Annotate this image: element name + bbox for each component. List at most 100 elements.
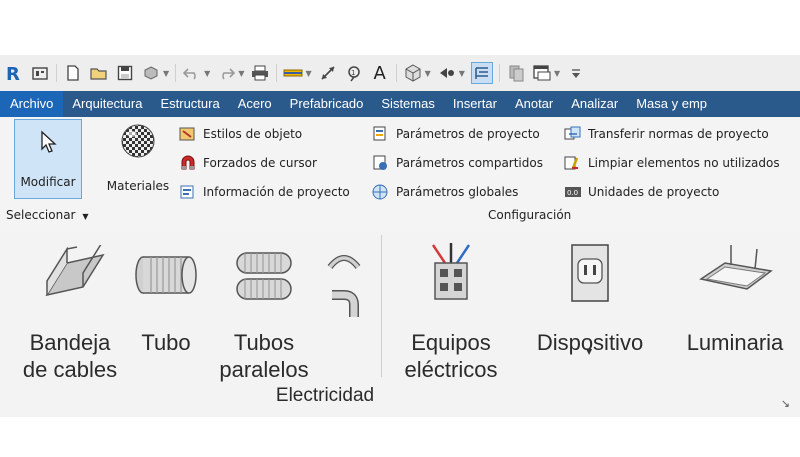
open-icon[interactable] <box>89 63 109 83</box>
tab-archivo[interactable]: Archivo <box>0 91 64 117</box>
informacion-de-proyecto-label: Información de proyecto <box>203 184 350 199</box>
cable-tray-icon <box>45 240 105 297</box>
chevron-down-icon[interactable]: ▼ <box>204 69 210 78</box>
forzados-de-cursor-label: Forzados de cursor <box>203 155 317 170</box>
config-column-3: Transferir normas de proyecto Limpiar el… <box>563 119 780 206</box>
unidades-de-proyecto-button[interactable]: 0.0 Unidades de proyecto <box>563 177 780 206</box>
undo-icon[interactable] <box>182 63 202 83</box>
purge-unused-icon <box>564 156 579 169</box>
chevron-down-icon[interactable]: ▼ <box>163 69 169 78</box>
luminaria-label: Luminaria <box>686 330 784 355</box>
conduit-fitting-icon <box>332 290 359 317</box>
materiales-button[interactable]: Materiales <box>104 123 172 193</box>
parametros-compartidos-button[interactable]: Parámetros compartidos <box>371 148 543 177</box>
sync-icon[interactable] <box>141 63 161 83</box>
toolbar-divider <box>498 64 500 82</box>
panel-divider <box>381 235 382 377</box>
dispositivo-button[interactable]: Dispositivo <box>522 241 658 356</box>
save-icon[interactable] <box>115 63 135 83</box>
electricidad-panel-title: Electricidad <box>275 385 375 406</box>
align-dimension-icon[interactable] <box>318 63 338 83</box>
limpiar-elementos-button[interactable]: Limpiar elementos no utilizados <box>563 148 780 177</box>
magnet-icon <box>181 155 195 169</box>
tag-icon[interactable]: 1 <box>344 63 364 83</box>
print-icon[interactable] <box>250 63 270 83</box>
svg-text:1: 1 <box>351 69 355 77</box>
parametros-globales-label: Parámetros globales <box>396 184 519 199</box>
tab-acero[interactable]: Acero <box>229 91 281 117</box>
toolbar-divider <box>56 64 57 82</box>
bandeja-label-line2: de cables <box>22 357 118 382</box>
project-parameters-icon <box>373 126 386 140</box>
tubos-paralelos-line1: Tubos <box>233 330 295 355</box>
svg-text:0.0: 0.0 <box>567 189 578 197</box>
transferir-normas-label: Transferir normas de proyecto <box>588 126 769 141</box>
modificar-button[interactable]: Modificar <box>14 119 82 199</box>
text-icon[interactable]: A <box>370 63 390 84</box>
toolbar-divider <box>276 64 278 82</box>
cable-tray-fitting-button[interactable] <box>326 247 362 277</box>
redo-icon[interactable] <box>216 63 236 83</box>
tubo-button[interactable]: Tubo <box>132 245 200 356</box>
chevron-down-icon[interactable]: ▼ <box>459 69 465 78</box>
tab-prefabricado[interactable]: Prefabricado <box>281 91 373 117</box>
configuracion-panel-label: Configuración <box>488 208 572 222</box>
parallel-conduits-icon <box>236 252 292 300</box>
transfer-standards-icon <box>564 126 581 139</box>
close-windows-icon[interactable] <box>506 63 526 83</box>
electricidad-panel: Bandeja de cables Tubo Tubos paralelos E… <box>0 231 800 417</box>
home-icon[interactable] <box>30 63 50 83</box>
parametros-globales-button[interactable]: Parámetros globales <box>371 177 543 206</box>
dispositivo-dropdown-icon[interactable]: ▼ <box>586 347 592 356</box>
quick-access-toolbar: R ▼ ▼ ▼ ▼ 1 A ▼ ▼ ▼ <box>0 55 800 91</box>
modificar-label: Modificar <box>20 175 76 189</box>
light-fixture-icon <box>699 245 773 290</box>
tab-masa[interactable]: Masa y emp <box>627 91 716 117</box>
3d-view-icon[interactable] <box>403 63 423 83</box>
chevron-down-icon: ▼ <box>82 212 89 221</box>
tab-arquitectura[interactable]: Arquitectura <box>63 91 151 117</box>
chevron-down-icon[interactable]: ▼ <box>305 69 311 78</box>
tubos-paralelos-line2: paralelos <box>219 357 309 382</box>
panel-launcher-icon[interactable]: ↘ <box>781 397 790 410</box>
informacion-de-proyecto-button[interactable]: Información de proyecto <box>178 177 350 206</box>
switch-windows-icon[interactable] <box>532 63 552 83</box>
tab-estructura[interactable]: Estructura <box>151 91 228 117</box>
revit-ribbon-frame: R ▼ ▼ ▼ ▼ 1 A ▼ ▼ ▼ Archivo Arquitectura… <box>0 55 800 417</box>
customize-icon[interactable] <box>566 63 586 83</box>
revit-logo-icon[interactable]: R <box>4 63 24 83</box>
config-column-2: Parámetros de proyecto Parámetros compar… <box>371 119 543 206</box>
measure-icon[interactable] <box>283 63 303 83</box>
parametros-de-proyecto-button[interactable]: Parámetros de proyecto <box>371 119 543 148</box>
tubos-paralelos-button[interactable]: Tubos paralelos <box>210 245 318 383</box>
forzados-de-cursor-button[interactable]: Forzados de cursor <box>178 148 350 177</box>
tab-anotar[interactable]: Anotar <box>506 91 562 117</box>
global-parameters-icon <box>372 184 388 199</box>
material-sphere-icon <box>121 124 155 158</box>
chevron-down-icon[interactable]: ▼ <box>425 69 431 78</box>
tubo-label: Tubo <box>141 330 191 355</box>
new-icon[interactable] <box>63 63 83 83</box>
estilos-de-objeto-button[interactable]: Estilos de objeto <box>178 119 350 148</box>
bandeja-de-cables-button[interactable]: Bandeja de cables <box>14 240 126 383</box>
thin-lines-icon[interactable] <box>470 62 493 84</box>
svg-text:R: R <box>6 64 20 83</box>
object-styles-icon <box>179 127 195 140</box>
transferir-normas-button[interactable]: Transferir normas de proyecto <box>563 119 780 148</box>
toolbar-divider <box>395 64 397 82</box>
seleccionar-panel-label[interactable]: Seleccionar ▼ <box>6 208 88 222</box>
tab-sistemas[interactable]: Sistemas <box>372 91 443 117</box>
receptacle-icon <box>571 244 609 302</box>
conduit-fitting-button[interactable] <box>326 289 362 319</box>
section-icon[interactable] <box>437 63 457 83</box>
cursor-arrow-icon <box>41 130 57 153</box>
tab-analizar[interactable]: Analizar <box>562 91 627 117</box>
luminaria-button[interactable]: Luminaria <box>672 241 798 356</box>
equipos-electricos-button[interactable]: Equipos eléctricos <box>392 241 510 383</box>
tab-insertar[interactable]: Insertar <box>444 91 506 117</box>
chevron-down-icon[interactable]: ▼ <box>238 69 244 78</box>
electrical-equipment-icon <box>431 243 471 300</box>
parametros-de-proyecto-label: Parámetros de proyecto <box>396 126 540 141</box>
chevron-down-icon[interactable]: ▼ <box>554 69 560 78</box>
tray-fitting-icon <box>327 255 361 269</box>
